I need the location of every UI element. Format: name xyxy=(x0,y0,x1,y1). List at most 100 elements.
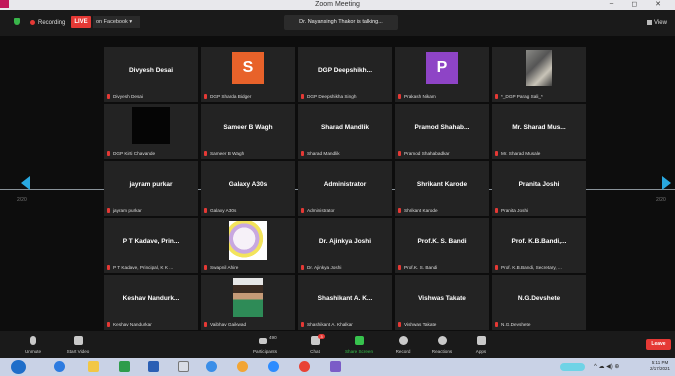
participant-tile-n-g-devshete[interactable]: N.G.Devshete N.G.Devshete xyxy=(492,275,586,330)
muted-microphone-icon xyxy=(204,151,207,156)
live-destination-dropdown[interactable]: on Facebook ▾ xyxy=(93,16,140,28)
participant-tile-pranita-joshi[interactable]: Pranita Joshi Pranita Joshi xyxy=(492,161,586,216)
participant-display-name: Divyesh Desai xyxy=(128,67,174,74)
participant-tile-dr-ajinkya-joshi[interactable]: Dr. Ajinkya Joshi Dr. Ajinkya Joshi xyxy=(298,218,392,273)
muted-microphone-icon xyxy=(398,208,401,213)
participant-name: DGP Deepshikha Singh xyxy=(307,94,357,99)
previous-page-arrow-icon[interactable] xyxy=(21,176,30,190)
participant-tile-prakash-nikam[interactable]: P Prakash Nikam xyxy=(395,47,489,102)
participant-tile-swapnil-ahire[interactable]: Swapnil Ahire xyxy=(201,218,295,273)
participant-display-name: N.G.Devshete xyxy=(517,295,561,302)
participant-tile-jayram-purkar[interactable]: jayram purkar jayram purkar xyxy=(104,161,198,216)
recording-label: Recording xyxy=(38,20,66,26)
start-video-button[interactable]: Start Video xyxy=(62,334,94,356)
share-screen-button[interactable]: Share Screen xyxy=(343,334,375,356)
participant-name-label: Pramod Shahabadkar xyxy=(398,151,487,156)
participant-tile-divyesh-desai[interactable]: Divyesh Desai Divyesh Desai xyxy=(104,47,198,102)
participant-tile-prof-k-b-bandi-secretary[interactable]: Prof. K.B.Bandi,... Prof. K.B.Bandi, Secr… xyxy=(492,218,586,273)
participant-tile-administrator[interactable]: Administrator Administrator xyxy=(298,161,392,216)
participant-display-name: Galaxy A30s xyxy=(228,181,268,188)
battery-icon[interactable] xyxy=(560,363,585,371)
participant-tile-pramod-shahabadkar[interactable]: Pramod Shahab... Pramod Shahabadkar xyxy=(395,104,489,159)
taskbar-clock[interactable]: 5:11 PM 2/17/2021 xyxy=(648,360,672,372)
participant-tile-p-t-kadave-principal-k-k[interactable]: P T Kadave, Prin... P T Kadave, Principal… xyxy=(104,218,198,273)
grid-view-icon xyxy=(647,20,652,25)
next-page-arrow-icon[interactable] xyxy=(662,176,671,190)
participant-name-label: Prakash Nikam xyxy=(398,94,487,99)
participant-tile-shashikant-a-khalkar[interactable]: Shashikant A. K... Shashikant A. Khalkar xyxy=(298,275,392,330)
record-button[interactable]: Record xyxy=(387,334,419,356)
meeting-topbar: Recording LIVE on Facebook ▾ Dr. Nayansi… xyxy=(0,10,675,36)
muted-microphone-icon xyxy=(398,322,401,327)
leave-button[interactable]: Leave xyxy=(646,339,671,350)
participant-display-name: Sharad Mandlik xyxy=(320,124,370,131)
participant-name: Galaxy A30s xyxy=(210,208,237,213)
share-screen-icon xyxy=(355,336,364,345)
participant-tile-dgp-kirti-chavande[interactable]: DGP Kirti Chavande xyxy=(104,104,198,159)
security-shield-icon[interactable] xyxy=(14,18,20,25)
unmute-button[interactable]: Unmute xyxy=(17,334,49,356)
participant-display-name: jayram purkar xyxy=(129,181,173,188)
paint-icon[interactable] xyxy=(178,361,189,372)
participant-tile-mr-sharad-musale[interactable]: Mr. Sharad Mus... Mr. Sharad Musale xyxy=(492,104,586,159)
apps-button[interactable]: Apps xyxy=(465,334,497,356)
media-player-icon[interactable] xyxy=(206,361,217,372)
participant-name: Pranita Joshi xyxy=(501,208,529,213)
reactions-button[interactable]: Reactions xyxy=(426,334,458,356)
view-button[interactable]: View xyxy=(647,17,667,29)
vlc-icon[interactable] xyxy=(237,361,248,372)
participant-name-label: DGP Kirti Chavande xyxy=(107,151,196,156)
chat-badge: 3 xyxy=(318,334,325,339)
unmute-label: Unmute xyxy=(24,349,42,354)
participant-name: P T Kadave, Principal, K K ... xyxy=(113,265,174,270)
record-label: Record xyxy=(395,349,411,354)
participant-tile-vishwas-takate[interactable]: Vishwas Takate Vishwas Takate xyxy=(395,275,489,330)
active-speaker-banner: Dr. Nayansingh Thakor is talking... xyxy=(284,15,398,30)
chat-button[interactable]: 3 Chat xyxy=(299,334,331,356)
participants-button[interactable]: 490 Participants xyxy=(249,334,281,356)
excel-icon[interactable] xyxy=(119,361,130,372)
window-controls[interactable]: − ◻ ✕ xyxy=(609,0,669,10)
participant-name-label: Prof.K. S. Bandi xyxy=(398,265,487,270)
participant-tile-sameer-b-wagh[interactable]: Sameer B Wagh Sameer B Wagh xyxy=(201,104,295,159)
participant-name-label: *_DGP Parag Sali_* xyxy=(495,94,584,99)
window-title: Zoom Meeting xyxy=(315,1,360,8)
participant-display-name: Vishwas Takate xyxy=(418,295,466,302)
participant-tile-dgp-deepshikha-singh[interactable]: DGP Deepshikh... DGP Deepshikha Singh xyxy=(298,47,392,102)
live-badge[interactable]: LIVE xyxy=(71,16,91,28)
edge-browser-icon[interactable] xyxy=(54,361,65,372)
participant-tile-dgp-sharda-bidger[interactable]: S DGP Sharda Bidger xyxy=(201,47,295,102)
muted-microphone-icon xyxy=(495,322,498,327)
participant-display-name: Keshav Nandurk... xyxy=(122,295,180,302)
participant-tile-shrikant-karode[interactable]: Shrikant Karode Shrikant Karode xyxy=(395,161,489,216)
muted-microphone-icon xyxy=(301,94,304,99)
cartoon-photo xyxy=(229,221,267,260)
zoom-app-icon[interactable] xyxy=(268,361,279,372)
chrome-icon[interactable] xyxy=(299,361,310,372)
muted-microphone-icon xyxy=(495,151,498,156)
photos-app-icon[interactable] xyxy=(330,361,341,372)
participant-name-label: Vishwas Takate xyxy=(398,322,487,327)
participant-tile-dgp-parag-sali[interactable]: *_DGP Parag Sali_* xyxy=(492,47,586,102)
participant-display-name: P T Kadave, Prin... xyxy=(122,238,180,245)
participant-name: *_DGP Parag Sali_* xyxy=(501,94,543,99)
system-tray-icons[interactable]: ^ ☁ ◀) ⊕ xyxy=(594,361,619,373)
muted-microphone-icon xyxy=(107,265,110,270)
start-video-label: Start Video xyxy=(66,349,90,354)
participant-tile-keshav-nandurkar[interactable]: Keshav Nandurk... Keshav Nandurkar xyxy=(104,275,198,330)
participant-tile-sharad-mandlik[interactable]: Sharad Mandlik Sharad Mandlik xyxy=(298,104,392,159)
participant-tile-prof-k-s-bandi[interactable]: Prof.K. S. Bandi Prof.K. S. Bandi xyxy=(395,218,489,273)
meeting-toolbar: Unmute Start Video 490 Participants 3 Ch… xyxy=(0,331,675,358)
start-menu-icon[interactable] xyxy=(11,360,26,374)
participant-tile-galaxy-a30s[interactable]: Galaxy A30s Galaxy A30s xyxy=(201,161,295,216)
participant-tile-vaibhav-gaikwad[interactable]: Vaibhav Gaikwad xyxy=(201,275,295,330)
muted-microphone-icon xyxy=(495,265,498,270)
file-explorer-icon[interactable] xyxy=(88,361,99,372)
word-icon[interactable] xyxy=(148,361,159,372)
muted-microphone-icon xyxy=(204,94,207,99)
participant-name-label: Galaxy A30s xyxy=(204,208,293,213)
microphone-muted-icon xyxy=(30,336,36,345)
muted-microphone-icon xyxy=(398,265,401,270)
participants-count: 490 xyxy=(269,335,277,340)
page-indicator-right: 2/20 xyxy=(656,197,666,203)
